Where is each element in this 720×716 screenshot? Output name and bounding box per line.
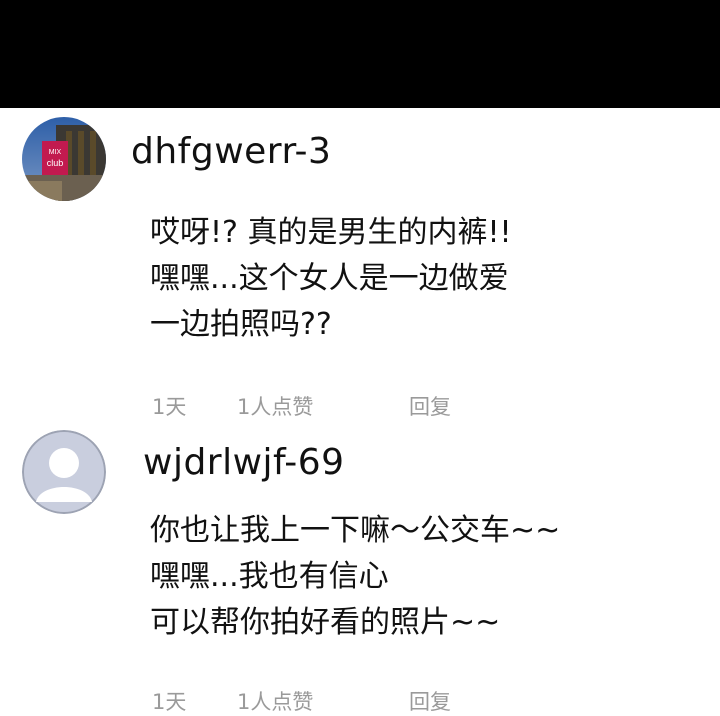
- comment-text: 你也让我上一下嘛～公交车~~ 嘿嘿...我也有信心 可以帮你拍好看的照片~~: [150, 508, 560, 646]
- top-black-bar: [0, 0, 720, 108]
- like-count[interactable]: 1人点赞: [237, 686, 313, 716]
- comment-text: 哎呀!? 真的是男生的内裤!! 嘿嘿...这个女人是一边做爱 一边拍照吗??: [150, 210, 512, 348]
- default-user-icon: [22, 430, 106, 514]
- comment-line: 哎呀!? 真的是男生的内裤!!: [150, 215, 512, 250]
- club-photo-icon: MIX club: [22, 117, 106, 201]
- avatar[interactable]: MIX club: [22, 117, 106, 201]
- sign-text-bottom: club: [47, 158, 64, 168]
- username[interactable]: wjdrlwjf-69: [143, 442, 345, 483]
- username[interactable]: dhfgwerr-3: [131, 131, 331, 172]
- sign-text-top: MIX: [49, 149, 62, 156]
- reply-button[interactable]: 回复: [409, 686, 451, 716]
- avatar[interactable]: [22, 430, 106, 514]
- comment-line: 可以帮你拍好看的照片~~: [150, 605, 501, 640]
- reply-button[interactable]: 回复: [409, 391, 451, 421]
- comment-line: 嘿嘿...这个女人是一边做爱: [150, 261, 509, 296]
- timestamp: 1天: [152, 395, 187, 419]
- timestamp: 1天: [152, 690, 187, 714]
- comment-line: 嘿嘿...我也有信心: [150, 559, 389, 594]
- comment-line: 一边拍照吗??: [150, 307, 332, 342]
- comment-line: 你也让我上一下嘛～公交车~~: [150, 513, 561, 548]
- like-count[interactable]: 1人点赞: [237, 391, 313, 421]
